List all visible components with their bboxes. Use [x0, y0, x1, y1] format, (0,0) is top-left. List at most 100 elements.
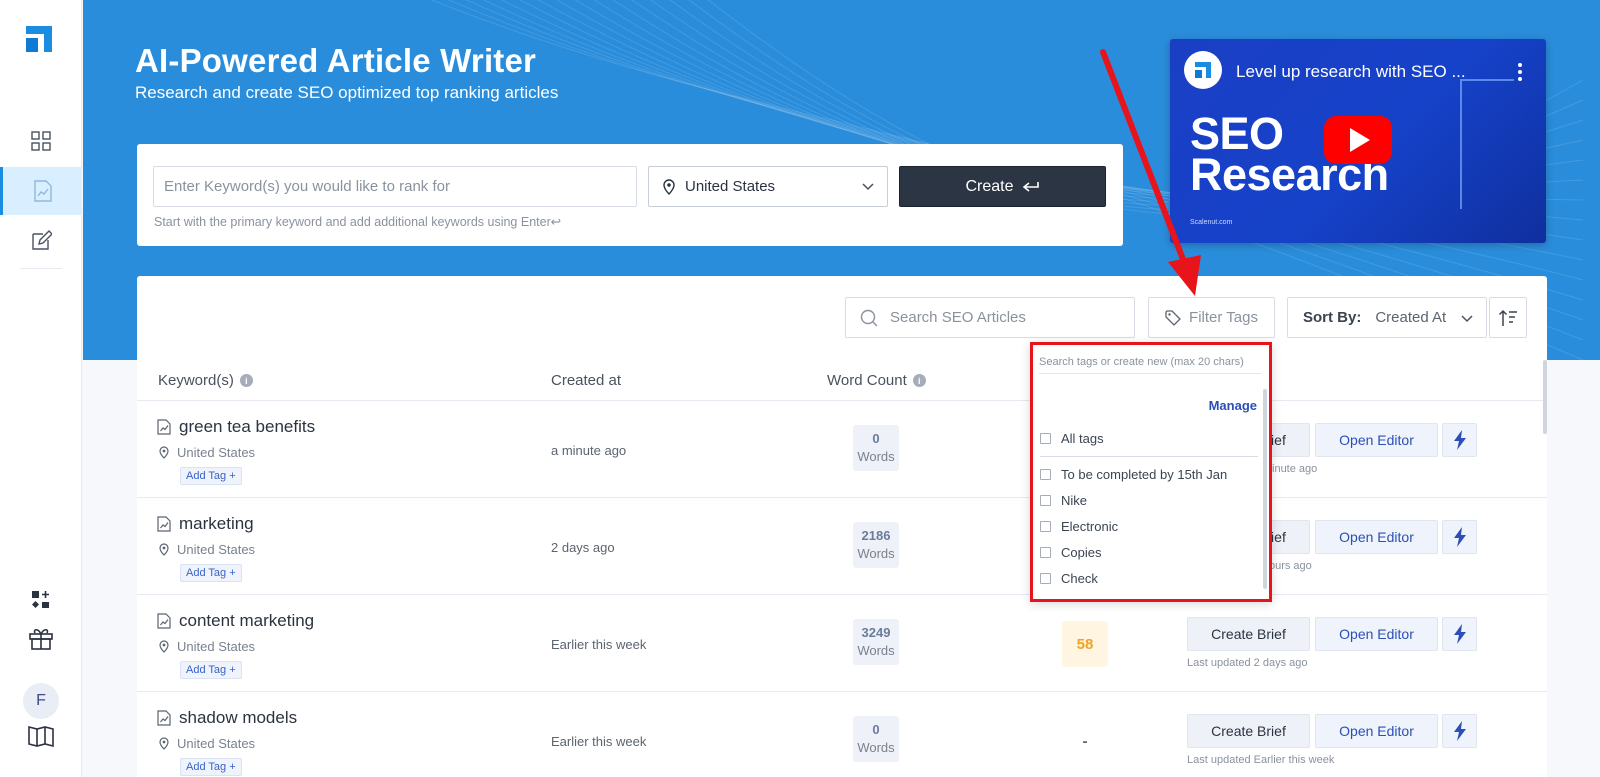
table-row[interactable]: content marketing United States Add Tag … — [137, 595, 1547, 692]
tag-search-input[interactable] — [1039, 350, 1261, 374]
manage-tags-link[interactable]: Manage — [1209, 398, 1257, 413]
table-row[interactable]: shadow models United States Add Tag + Ea… — [137, 692, 1547, 777]
article-icon — [157, 613, 171, 629]
add-tag-button[interactable]: Add Tag + — [180, 467, 242, 485]
open-editor-button[interactable]: Open Editor — [1315, 423, 1438, 457]
bolt-action-button[interactable] — [1442, 423, 1477, 457]
sidebar: F — [0, 0, 82, 777]
checkbox[interactable] — [1040, 495, 1051, 506]
add-tag-button[interactable]: Add Tag + — [180, 758, 242, 776]
sort-order-button[interactable] — [1489, 297, 1527, 338]
info-icon[interactable]: i — [912, 374, 926, 387]
header-keywords: Keyword(s) i — [158, 372, 253, 389]
tutorial-video[interactable]: Level up research with SEO ... SEO Resea… — [1170, 39, 1546, 243]
sort-value: Created At — [1375, 309, 1447, 326]
grid-icon — [31, 131, 51, 151]
channel-logo[interactable] — [1184, 51, 1222, 89]
keyword-input[interactable] — [153, 166, 637, 207]
created-at: Earlier this week — [551, 734, 647, 749]
location-pin-icon — [159, 737, 169, 750]
chart-doc-icon — [33, 180, 52, 202]
filter-tags-dropdown: Manage All tags To be completed by 15th … — [1030, 342, 1272, 602]
nav-editor[interactable] — [0, 217, 82, 265]
keyword-link[interactable]: content marketing — [179, 611, 314, 631]
checkbox[interactable] — [1040, 433, 1051, 444]
keyword-link[interactable]: marketing — [179, 514, 254, 534]
tag-option[interactable]: Electronic — [1040, 519, 1118, 534]
edit-icon — [32, 230, 52, 250]
last-updated: Last updated Earlier this week — [1187, 754, 1335, 766]
more-options-icon[interactable] — [1518, 63, 1522, 84]
table-row[interactable]: green tea benefits United States Add Tag… — [137, 401, 1547, 498]
create-button-label: Create — [965, 177, 1014, 195]
article-icon — [157, 419, 171, 435]
word-count-badge: 0 Words — [853, 425, 899, 471]
article-icon — [157, 710, 171, 726]
nav-docs[interactable] — [0, 712, 82, 760]
bolt-action-button[interactable] — [1442, 617, 1477, 651]
table-row[interactable]: marketing United States Add Tag + 2 days… — [137, 498, 1547, 595]
nav-gift[interactable] — [0, 614, 82, 662]
location-pin-icon — [159, 640, 169, 653]
sort-by-select[interactable]: Sort By: Created At — [1287, 297, 1487, 338]
keyword-link[interactable]: shadow models — [179, 708, 297, 728]
sort-label: Sort By: — [1303, 309, 1362, 326]
word-count-badge: 2186 Words — [853, 522, 899, 568]
sort-order-icon — [1498, 309, 1517, 326]
open-editor-button[interactable]: Open Editor — [1315, 714, 1438, 748]
video-watermark: Scalenut.com — [1190, 219, 1233, 226]
page-title: AI-Powered Article Writer — [135, 42, 537, 79]
location-value: United States — [685, 178, 776, 195]
tag-option[interactable]: Check — [1040, 571, 1098, 586]
checkbox[interactable] — [1040, 573, 1051, 584]
checkbox[interactable] — [1040, 547, 1051, 558]
content-grade-badge: - — [1082, 732, 1088, 750]
keyword-hint: Start with the primary keyword and add a… — [154, 215, 562, 229]
articles-card: Search SEO Articles Filter Tags Sort By:… — [137, 276, 1547, 777]
tag-option[interactable]: Copies — [1040, 545, 1101, 560]
checkbox[interactable] — [1040, 469, 1051, 480]
add-tag-button[interactable]: Add Tag + — [180, 564, 242, 582]
word-count-badge: 0 Words — [853, 716, 899, 762]
enter-icon — [1022, 181, 1039, 192]
app-logo[interactable] — [26, 26, 52, 52]
header-created-at: Created at — [551, 372, 622, 389]
bolt-action-button[interactable] — [1442, 520, 1477, 554]
video-title[interactable]: Level up research with SEO ... — [1236, 62, 1466, 82]
tag-option[interactable]: To be completed by 15th Jan — [1040, 467, 1227, 482]
nav-seo-articles[interactable] — [0, 167, 82, 215]
chevron-down-icon — [1461, 315, 1473, 323]
dropdown-scrollbar[interactable] — [1263, 389, 1267, 589]
location-select[interactable]: United States — [648, 166, 888, 207]
add-tag-button[interactable]: Add Tag + — [180, 661, 242, 679]
create-brief-button[interactable]: Create Brief — [1187, 617, 1310, 651]
info-icon[interactable]: i — [239, 374, 253, 387]
tag-option[interactable]: Nike — [1040, 493, 1087, 508]
create-brief-button[interactable]: Create Brief — [1187, 714, 1310, 748]
open-editor-button[interactable]: Open Editor — [1315, 520, 1438, 554]
bolt-icon — [1453, 624, 1466, 644]
book-icon — [28, 725, 54, 748]
location-pin-icon — [159, 543, 169, 556]
youtube-play-icon[interactable] — [1324, 116, 1392, 164]
search-articles-input[interactable]: Search SEO Articles — [845, 297, 1135, 338]
bolt-icon — [1453, 721, 1466, 741]
content-grade-badge: 58 — [1062, 621, 1108, 667]
created-at: Earlier this week — [551, 637, 647, 652]
chevron-down-icon — [862, 183, 874, 191]
tag-option-all[interactable]: All tags — [1040, 431, 1104, 446]
checkbox[interactable] — [1040, 521, 1051, 532]
location-pin-icon — [159, 446, 169, 459]
bolt-action-button[interactable] — [1442, 714, 1477, 748]
filter-tags-button[interactable]: Filter Tags — [1148, 297, 1275, 338]
search-placeholder: Search SEO Articles — [890, 309, 1026, 326]
bolt-icon — [1453, 527, 1466, 547]
page-subtitle: Research and create SEO optimized top ra… — [135, 83, 559, 102]
tag-icon — [1165, 309, 1181, 326]
create-button[interactable]: Create — [899, 166, 1106, 207]
article-icon — [157, 516, 171, 532]
page-scrollbar[interactable] — [1543, 360, 1547, 434]
keyword-link[interactable]: green tea benefits — [179, 417, 315, 437]
open-editor-button[interactable]: Open Editor — [1315, 617, 1438, 651]
nav-dashboard[interactable] — [0, 117, 82, 165]
